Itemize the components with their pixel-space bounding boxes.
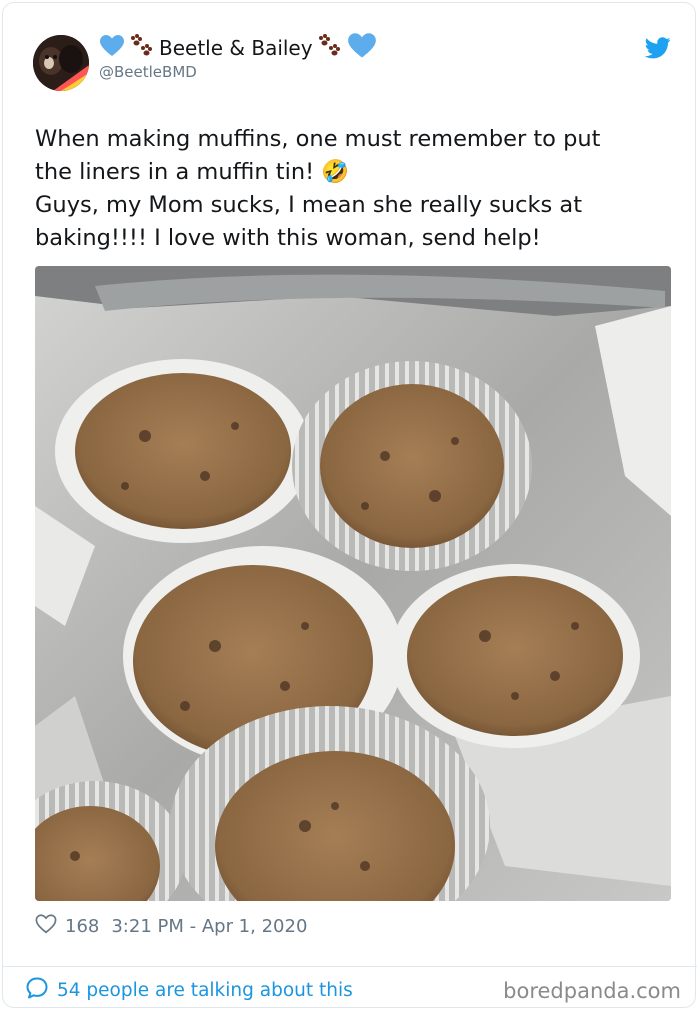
tweet-text: When making muffins, one must remember t… bbox=[35, 123, 675, 255]
tweet-line: When making muffins, one must remember t… bbox=[35, 126, 601, 152]
tweet-line: Guys, my Mom sucks, I mean she really su… bbox=[35, 192, 583, 218]
rofl-emoji: 🤣 bbox=[321, 159, 350, 185]
user-handle[interactable]: @BeetleBMD bbox=[99, 63, 197, 81]
blue-heart-icon bbox=[99, 34, 125, 62]
tweet-line: the liners in a muffin tin! 🤣 bbox=[35, 156, 675, 189]
display-name[interactable]: Beetle & Bailey bbox=[159, 36, 313, 60]
tweet-card: Beetle & Bailey @BeetleBMD When making m… bbox=[2, 2, 697, 1008]
timestamp[interactable]: 3:21 PM - Apr 1, 2020 bbox=[111, 916, 307, 937]
tweet-line-text: the liners in a muffin tin! bbox=[35, 159, 315, 185]
tweet-photo[interactable] bbox=[35, 266, 671, 901]
conversation-link[interactable]: 54 people are talking about this bbox=[25, 975, 353, 1005]
avatar[interactable] bbox=[33, 35, 89, 91]
watermark: boredpanda.com bbox=[503, 979, 681, 1003]
speech-bubble-icon bbox=[25, 976, 49, 1004]
divider bbox=[3, 966, 697, 967]
like-count[interactable]: 168 bbox=[65, 916, 99, 937]
tweet-meta: 168 3:21 PM - Apr 1, 2020 bbox=[35, 911, 307, 941]
paw-prints-icon bbox=[317, 33, 343, 63]
heart-outline-icon[interactable] bbox=[35, 913, 57, 939]
twitter-bird-icon[interactable] bbox=[644, 37, 671, 63]
blue-heart-icon bbox=[347, 32, 377, 64]
tweet-line: baking!!!! I love with this woman, send … bbox=[35, 225, 541, 251]
display-name-row[interactable]: Beetle & Bailey bbox=[99, 33, 377, 63]
conversation-text[interactable]: 54 people are talking about this bbox=[57, 980, 353, 1001]
paw-prints-icon bbox=[129, 33, 155, 63]
